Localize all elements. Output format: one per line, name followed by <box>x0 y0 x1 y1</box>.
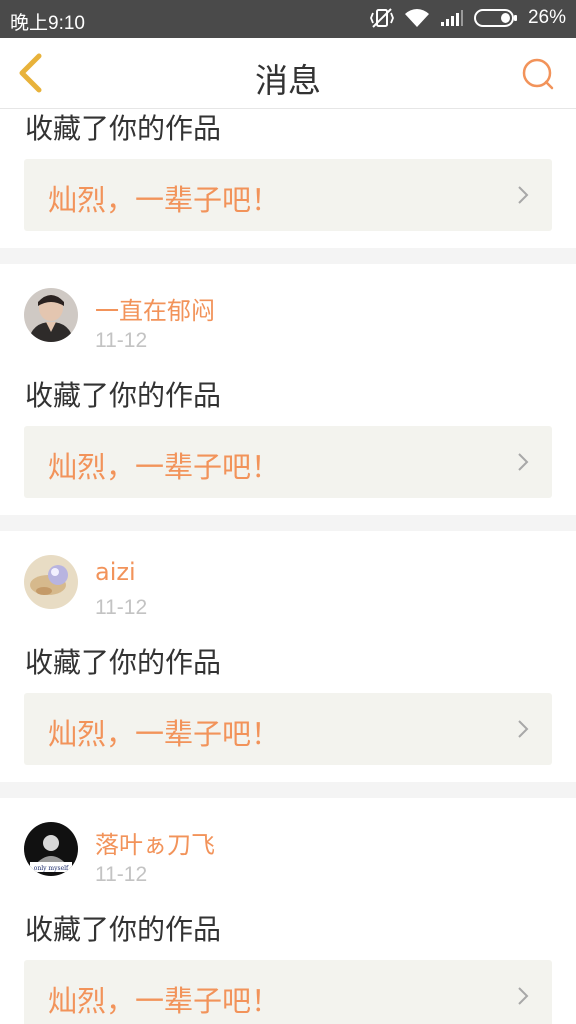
notification-date: 11-12 <box>95 596 148 619</box>
status-icons: 26% <box>369 7 566 29</box>
signal-icon <box>440 9 464 27</box>
chevron-right-icon <box>518 720 529 738</box>
username[interactable]: 一直在郁闷 <box>95 291 215 326</box>
notification-message: 收藏了你的作品 <box>25 112 222 145</box>
chevron-right-icon <box>518 186 529 204</box>
work-link[interactable]: 灿烈，一辈子吧！ <box>24 159 552 231</box>
work-title: 灿烈，一辈子吧！ <box>48 717 281 751</box>
avatar[interactable] <box>24 555 78 609</box>
username[interactable]: 落叶ぁ刀飞 <box>95 825 215 860</box>
status-bar: 晚上9:10 26% <box>0 0 576 38</box>
notification-message: 收藏了你的作品 <box>25 379 222 412</box>
nav-bar: 消息 <box>0 38 576 109</box>
work-link[interactable]: 灿烈，一辈子吧！ <box>24 693 552 765</box>
search-icon <box>522 58 554 90</box>
chevron-right-icon <box>518 987 529 1005</box>
chevron-right-icon <box>518 453 529 471</box>
notification-date: 11-12 <box>95 863 148 886</box>
avatar[interactable] <box>24 288 78 342</box>
work-title: 灿烈，一辈子吧！ <box>48 984 281 1018</box>
notification-card: 收藏了你的作品 灿烈，一辈子吧！ <box>0 109 576 248</box>
status-time: 晚上9:10 <box>10 13 85 34</box>
battery-icon <box>473 8 518 28</box>
notification-card: aizi 11-12 收藏了你的作品 灿烈，一辈子吧！ <box>0 531 576 782</box>
search-button[interactable] <box>520 56 556 92</box>
username[interactable]: aizi <box>95 558 136 586</box>
notification-date: 11-12 <box>95 329 148 352</box>
notification-card: 一直在郁闷 11-12 收藏了你的作品 灿烈，一辈子吧！ <box>0 264 576 515</box>
vibrate-off-icon <box>369 7 394 29</box>
svg-text:only myself: only myself <box>34 865 69 872</box>
work-link[interactable]: 灿烈，一辈子吧！ <box>24 960 552 1024</box>
work-title: 灿烈，一辈子吧！ <box>48 450 281 484</box>
work-link[interactable]: 灿烈，一辈子吧！ <box>24 426 552 498</box>
wifi-icon <box>404 8 430 28</box>
notification-message: 收藏了你的作品 <box>25 646 222 679</box>
work-title: 灿烈，一辈子吧！ <box>48 183 281 217</box>
notification-list[interactable]: 收藏了你的作品 灿烈，一辈子吧！ 一直在郁闷 11-12 收藏了你的作品 灿烈，… <box>0 109 576 1024</box>
avatar[interactable]: only myself <box>24 822 78 876</box>
notification-message: 收藏了你的作品 <box>25 913 222 946</box>
battery-percent: 26% <box>527 7 566 28</box>
notification-card: only myself 落叶ぁ刀飞 11-12 收藏了你的作品 灿烈，一辈子吧！ <box>0 798 576 1024</box>
page-title: 消息 <box>255 61 321 100</box>
